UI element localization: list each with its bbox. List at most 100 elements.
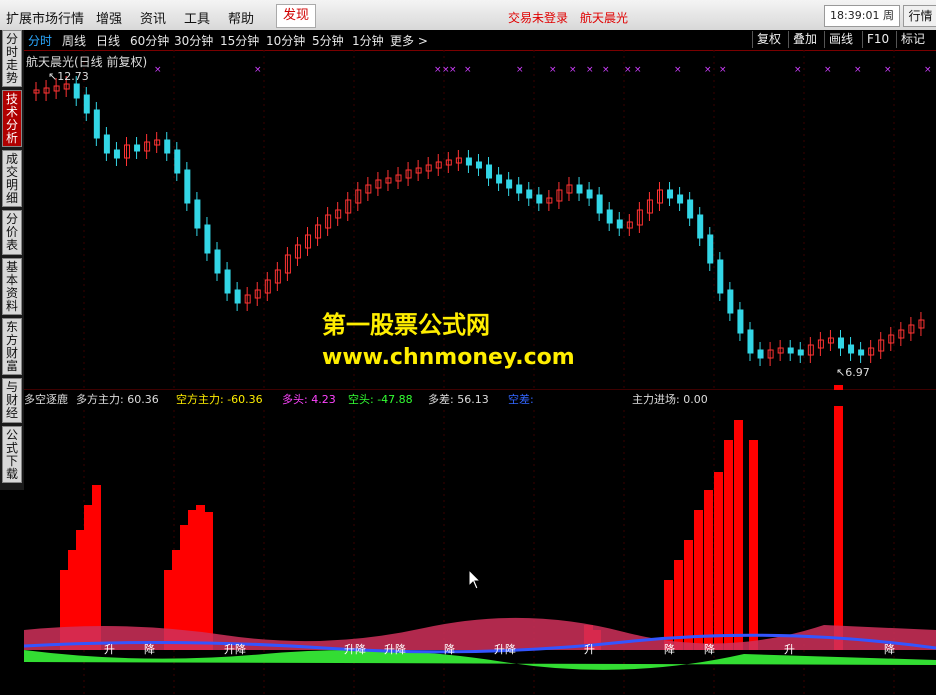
mark-button[interactable]: 标记 (896, 31, 925, 48)
candle-body (737, 309, 744, 334)
f10-button[interactable]: F10 (862, 31, 889, 48)
signal-label: 降 (444, 642, 455, 656)
candle-body (93, 109, 100, 139)
candle-body (73, 83, 80, 99)
candle-body (717, 259, 724, 294)
tab-technical[interactable]: 技术分析 (2, 90, 22, 147)
menu-tools[interactable]: 工具 (184, 8, 210, 27)
candle-body (224, 269, 231, 294)
tab-fundamentals[interactable]: 基本资料 (2, 258, 22, 315)
candle-body (134, 144, 141, 152)
candle-body (707, 234, 714, 264)
menu-bar: 扩展市场行情 增强 资讯 工具 帮助 发现 交易未登录 航天晨光 18:39:0… (0, 0, 936, 42)
tab-price-table[interactable]: 分价表 (2, 210, 22, 255)
period-30min[interactable]: 30分钟 (174, 32, 213, 49)
overlay-button[interactable]: 叠加 (788, 31, 817, 48)
candle-body (184, 169, 191, 204)
signal-marker: × (602, 65, 610, 75)
chart-title: 航天晨光(日线 前复权) (26, 55, 148, 69)
discover-button[interactable]: 发现 (276, 4, 316, 28)
menu-enhance[interactable]: 增强 (96, 8, 122, 27)
candle-body (194, 199, 201, 229)
login-status[interactable]: 交易未登录 (508, 9, 568, 26)
candle-body (677, 194, 684, 204)
candle-body (486, 164, 493, 179)
watermark-url: www.chnmoney.com (322, 345, 575, 370)
signal-marker: × (884, 65, 892, 75)
bull-main-value: 多方主力: 60.36 (76, 393, 159, 406)
watermark-title: 第一股票公式网 (322, 311, 490, 339)
signal-marker: × (254, 65, 262, 75)
candle-body (757, 349, 764, 359)
candle-body (837, 337, 844, 349)
signal-marker: × (449, 65, 457, 75)
menu-extended-market[interactable]: 扩展市场行情 (6, 8, 84, 27)
signal-label: 升 (104, 643, 115, 656)
tab-trades[interactable]: 成交明细 (2, 150, 22, 207)
candle-body (747, 329, 754, 354)
candle-body (586, 189, 593, 199)
signal-label: 降 (144, 642, 155, 656)
tab-timeshare[interactable]: 分时走势 (2, 30, 22, 87)
signal-marker: × (674, 65, 682, 75)
candle-body (516, 184, 523, 194)
main-in-value: 主力进场: 0.00 (632, 393, 708, 406)
period-more[interactable]: 更多 > (390, 32, 428, 49)
signal-label: 降 (704, 642, 715, 656)
candle-body (103, 134, 110, 154)
tab-finance[interactable]: 与财经 (2, 378, 22, 423)
candle-body (596, 194, 603, 214)
signal-label: 升降 (494, 642, 516, 656)
volume-bar (694, 510, 703, 650)
candle-body (667, 189, 674, 199)
signal-marker: × (704, 65, 712, 75)
indicator-bar: 多空逐鹿 多方主力: 60.36 空方主力: -60.36 多头: 4.23 空… (24, 390, 936, 406)
candle-body (234, 289, 241, 304)
candle-body (697, 214, 704, 239)
tab-eastmoney[interactable]: 东方财富 (2, 318, 22, 375)
menu-info[interactable]: 资讯 (140, 8, 166, 27)
kline-chart[interactable]: × × × × × × × × × × × × × × × × × × × × ×升降升降 升降 升降降升降升降降升降 (24, 50, 936, 695)
volume-bar (684, 540, 693, 650)
candle-body (687, 199, 694, 219)
period-10min[interactable]: 10分钟 (266, 32, 305, 49)
signal-label: 升降 (344, 642, 366, 656)
candle-body (536, 194, 543, 204)
diff-value: 多差: 56.13 (428, 393, 489, 406)
candle-body (204, 224, 211, 254)
signal-label: 升降 (384, 642, 406, 656)
mouse-cursor (468, 568, 482, 590)
draw-line-button[interactable]: 画线 (824, 31, 853, 48)
quote-button[interactable]: 行情 (903, 5, 936, 27)
period-15min[interactable]: 15分钟 (220, 32, 259, 49)
candle-body (727, 289, 734, 314)
period-60min[interactable]: 60分钟 (130, 32, 169, 49)
bull-value: 多头: 4.23 (282, 393, 336, 406)
indicator-name[interactable]: 多空逐鹿 (24, 391, 68, 407)
empty-diff-value: 空差: (508, 393, 534, 406)
adjust-button[interactable]: 复权 (752, 31, 781, 48)
signal-marker: × (794, 65, 802, 75)
menu-help[interactable]: 帮助 (228, 8, 254, 27)
candle-body (606, 209, 613, 224)
volume-bar (834, 385, 843, 650)
volume-bar (749, 440, 758, 650)
volume-bar (204, 512, 213, 650)
signal-label: 升降 (224, 642, 246, 656)
low-price-label: ↖6.97 (836, 366, 870, 379)
signal-label: 降 (664, 642, 675, 656)
signal-marker: × (154, 65, 162, 75)
bear-band (24, 649, 936, 670)
volume-bar (714, 472, 723, 650)
tab-formula-download[interactable]: 公式下载 (2, 426, 22, 483)
period-timeshare[interactable]: 分时 (28, 32, 52, 49)
bull-band (24, 617, 936, 650)
period-day[interactable]: 日线 (96, 32, 120, 49)
period-week[interactable]: 周线 (62, 32, 86, 49)
signal-marker: × (824, 65, 832, 75)
signal-marker: × (719, 65, 727, 75)
period-5min[interactable]: 5分钟 (312, 32, 344, 49)
signal-marker: × (569, 65, 577, 75)
period-1min[interactable]: 1分钟 (352, 32, 384, 49)
candle-body (274, 269, 281, 284)
